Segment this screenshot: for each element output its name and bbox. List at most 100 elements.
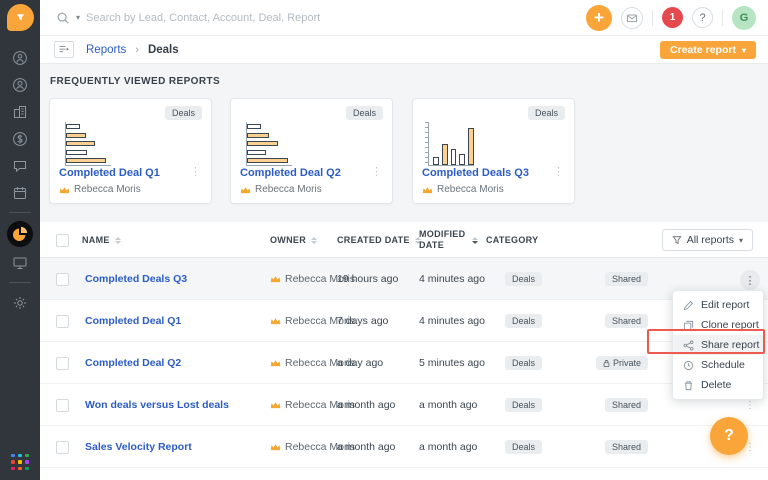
menu-item-label: Delete <box>701 379 731 391</box>
menu-item-share-report[interactable]: Share report <box>673 335 763 355</box>
kebab-menu-icon[interactable]: ⋮ <box>371 165 382 178</box>
notification-badge[interactable]: 1 <box>662 7 683 28</box>
card-owner-name: Rebecca Moris <box>255 184 322 195</box>
row-checkbox[interactable] <box>56 441 69 454</box>
menu-item-delete[interactable]: Delete <box>673 375 763 395</box>
pencil-icon <box>683 300 694 311</box>
crown-icon <box>270 275 281 283</box>
menu-item-schedule[interactable]: Schedule <box>673 355 763 375</box>
sidebar-item-leads[interactable] <box>0 44 40 71</box>
section-title: FREQUENTLY VIEWED REPORTS <box>50 76 220 87</box>
user-avatar[interactable]: G <box>732 6 756 30</box>
breadcrumb-reports-link[interactable]: Reports <box>86 44 126 56</box>
apps-grid-icon[interactable] <box>11 454 29 471</box>
report-card[interactable]: Deals Completed Deals Q3 ⋮ Rebecca Moris <box>412 98 575 204</box>
sidebar-item-settings[interactable] <box>0 289 40 316</box>
column-header-modified-date[interactable]: MODIFIED DATE <box>419 222 478 258</box>
sidebar-item-conversations[interactable] <box>0 152 40 179</box>
reports-table: NAME OWNER CREATED DATE MODIFIED DATE CA… <box>40 222 768 480</box>
report-name-link[interactable]: Completed Deal Q1 <box>85 300 181 342</box>
sidebar-item-accounts[interactable] <box>0 98 40 125</box>
filter-funnel-icon <box>672 235 682 245</box>
row-checkbox[interactable] <box>56 399 69 412</box>
card-title-link[interactable]: Completed Deal Q1 <box>59 167 160 179</box>
menu-item-clone-report[interactable]: Clone report <box>673 315 763 335</box>
table-row[interactable]: Completed Deal Q1 Rebecca Moris 7 days a… <box>40 300 768 342</box>
table-row[interactable]: Completed Deal Q2 Rebecca Moris a day ag… <box>40 342 768 384</box>
card-title-link[interactable]: Completed Deal Q2 <box>240 167 341 179</box>
search-scope-caret-icon[interactable]: ▾ <box>76 13 80 22</box>
visibility-badge: Shared <box>605 272 648 286</box>
select-all-cell <box>56 222 69 258</box>
pie-chart-icon <box>12 226 28 242</box>
calendar-icon <box>12 185 28 201</box>
help-menu-button[interactable]: ? <box>692 7 713 28</box>
clone-icon <box>683 320 694 331</box>
column-header-created-date[interactable]: CREATED DATE <box>337 222 421 258</box>
share-icon <box>683 340 694 351</box>
menu-item-edit-report[interactable]: Edit report <box>673 295 763 315</box>
sidebar-item-dashboard[interactable] <box>0 249 40 276</box>
report-card[interactable]: Deals Completed Deal Q2 ⋮ Rebecca Moris <box>230 98 393 204</box>
menu-item-label: Share report <box>701 339 759 351</box>
report-name-link[interactable]: Sales Velocity Report <box>85 426 192 468</box>
crown-icon <box>59 186 70 194</box>
global-search: ▾ <box>56 11 586 25</box>
category-badge: Deals <box>505 440 542 454</box>
table-row[interactable]: Sales Velocity Report Rebecca Moris a mo… <box>40 426 768 468</box>
report-name-link[interactable]: Won deals versus Lost deals <box>85 384 229 426</box>
sidebar-item-contacts[interactable] <box>0 71 40 98</box>
created-date: a month ago <box>337 426 395 468</box>
crown-icon <box>422 186 433 194</box>
search-input[interactable] <box>86 12 406 24</box>
column-header-name[interactable]: NAME <box>82 222 121 258</box>
menu-item-label: Schedule <box>701 359 745 371</box>
report-card[interactable]: Deals Completed Deal Q1 ⋮ Rebecca Moris <box>49 98 212 204</box>
row-checkbox[interactable] <box>56 315 69 328</box>
card-title-link[interactable]: Completed Deals Q3 <box>422 167 529 179</box>
gear-icon <box>12 295 28 311</box>
search-icon[interactable] <box>56 11 70 25</box>
sort-icon[interactable] <box>115 237 121 244</box>
card-category-badge: Deals <box>165 106 202 120</box>
table-row[interactable]: Completed Deals Q3 Rebecca Moris 19 hour… <box>40 258 768 300</box>
row-checkbox[interactable] <box>56 273 69 286</box>
create-report-button[interactable]: Create report ▾ <box>660 41 756 59</box>
kebab-menu-icon[interactable]: ⋮ <box>553 165 564 178</box>
app-logo-icon[interactable] <box>7 4 34 31</box>
report-name-link[interactable]: Completed Deals Q3 <box>85 258 187 300</box>
report-name-link[interactable]: Completed Deal Q2 <box>85 342 181 384</box>
create-report-label: Create report <box>670 44 736 56</box>
email-button[interactable] <box>621 7 643 29</box>
column-header-owner[interactable]: OWNER <box>270 222 317 258</box>
row-kebab-menu-open-button[interactable]: ⋮ <box>740 270 760 290</box>
menu-item-label: Clone report <box>701 319 759 331</box>
table-row[interactable]: Won deals versus Lost deals Rebecca Mori… <box>40 384 768 426</box>
row-checkbox[interactable] <box>56 357 69 370</box>
category-badge: Deals <box>505 314 542 328</box>
sort-icon[interactable] <box>311 237 317 244</box>
modified-date: a month ago <box>419 426 477 468</box>
sidebar-item-reports[interactable] <box>0 219 40 249</box>
visibility-badge: Private <box>596 356 648 370</box>
sidebar-item-appointments[interactable] <box>0 179 40 206</box>
visibility-label: Private <box>613 358 641 368</box>
help-fab-button[interactable]: ? <box>710 417 748 455</box>
visibility-badge: Shared <box>605 314 648 328</box>
column-label: MODIFIED DATE <box>419 229 467 252</box>
column-header-category[interactable]: CATEGORY <box>486 222 538 258</box>
card-owner-name: Rebecca Moris <box>74 184 141 195</box>
select-all-checkbox[interactable] <box>56 234 69 247</box>
column-label: CREATED DATE <box>337 235 410 245</box>
kebab-menu-icon[interactable]: ⋮ <box>190 165 201 178</box>
all-reports-filter-button[interactable]: All reports ▾ <box>662 229 753 251</box>
card-category-badge: Deals <box>528 106 565 120</box>
funnel-icon <box>14 11 27 24</box>
sidebar-item-deals[interactable] <box>0 125 40 152</box>
breadcrumb-chevron-icon: › <box>135 44 139 56</box>
sort-desc-icon[interactable] <box>472 237 478 244</box>
report-list-toggle-button[interactable] <box>54 41 74 58</box>
quick-add-button[interactable]: + <box>586 5 612 31</box>
table-header: NAME OWNER CREATED DATE MODIFIED DATE CA… <box>40 222 768 258</box>
contacts-person-icon <box>12 77 28 93</box>
